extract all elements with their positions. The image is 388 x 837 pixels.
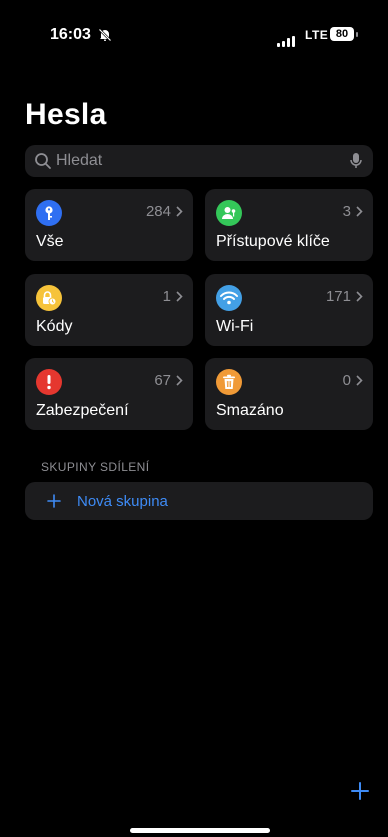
chevron-right-icon (356, 291, 363, 302)
new-group-label: Nová skupina (77, 492, 168, 510)
tile-label: Přístupové klíče (216, 233, 330, 250)
new-group-button[interactable]: Nová skupina (25, 482, 373, 520)
tile-label: Kódy (36, 318, 73, 335)
count-value: 284 (145, 203, 171, 220)
page-title: Hesla (25, 98, 107, 131)
key-icon (36, 200, 62, 226)
microphone-icon[interactable] (349, 152, 363, 170)
chevron-right-icon (356, 206, 363, 217)
home-indicator[interactable] (130, 828, 270, 833)
tile-label: Smazáno (216, 402, 284, 419)
app-screen: 16:03 LTE 80 Hesla Hledat 284 Vše 3 Přís… (7, 0, 381, 837)
tile-wifi[interactable]: 171 Wi-Fi (205, 274, 373, 346)
wifi-icon (216, 285, 242, 311)
tile-label: Wi-Fi (216, 318, 254, 335)
chevron-right-icon (176, 291, 183, 302)
tile-deleted[interactable]: 0 Smazáno (205, 358, 373, 430)
add-password-icon[interactable] (350, 781, 370, 801)
tile-count: 3 (343, 203, 363, 220)
tile-count: 284 (146, 203, 183, 220)
battery-icon: 80 (330, 27, 354, 41)
tile-all[interactable]: 284 Vše (25, 189, 193, 261)
search-bar[interactable] (25, 145, 373, 177)
tile-codes[interactable]: 1 Kódy (25, 274, 193, 346)
passkey-person-icon (216, 200, 242, 226)
tile-label: Vše (36, 233, 64, 250)
chevron-right-icon (356, 375, 363, 386)
bell-slash-icon (98, 28, 112, 42)
search-icon (35, 153, 51, 169)
tile-count: 67 (154, 372, 183, 389)
count-value: 67 (154, 372, 171, 389)
tile-label: Zabezpečení (36, 402, 129, 419)
status-bar: 16:03 LTE 80 (7, 22, 381, 48)
plus-icon (47, 494, 61, 508)
chevron-right-icon (176, 375, 183, 386)
count-value: 0 (342, 372, 351, 389)
tile-count: 171 (326, 288, 363, 305)
tile-passkeys[interactable]: 3 Přístupové klíče (205, 189, 373, 261)
exclamation-icon (36, 369, 62, 395)
count-value: 1 (162, 288, 171, 305)
tile-security[interactable]: 67 Zabezpečení (25, 358, 193, 430)
tile-count: 0 (343, 372, 363, 389)
battery-tip (356, 32, 358, 37)
search-input[interactable] (56, 152, 349, 170)
trash-icon (216, 369, 242, 395)
lock-clock-icon (36, 285, 62, 311)
status-time: 16:03 (50, 26, 91, 43)
count-value: 3 (342, 203, 351, 220)
cellular-signal-icon (277, 29, 297, 47)
section-header-sharing-groups: SKUPINY SDÍLENÍ (41, 460, 150, 474)
network-type: LTE (305, 28, 329, 42)
tile-count: 1 (163, 288, 183, 305)
chevron-right-icon (176, 206, 183, 217)
count-value: 171 (325, 288, 351, 305)
